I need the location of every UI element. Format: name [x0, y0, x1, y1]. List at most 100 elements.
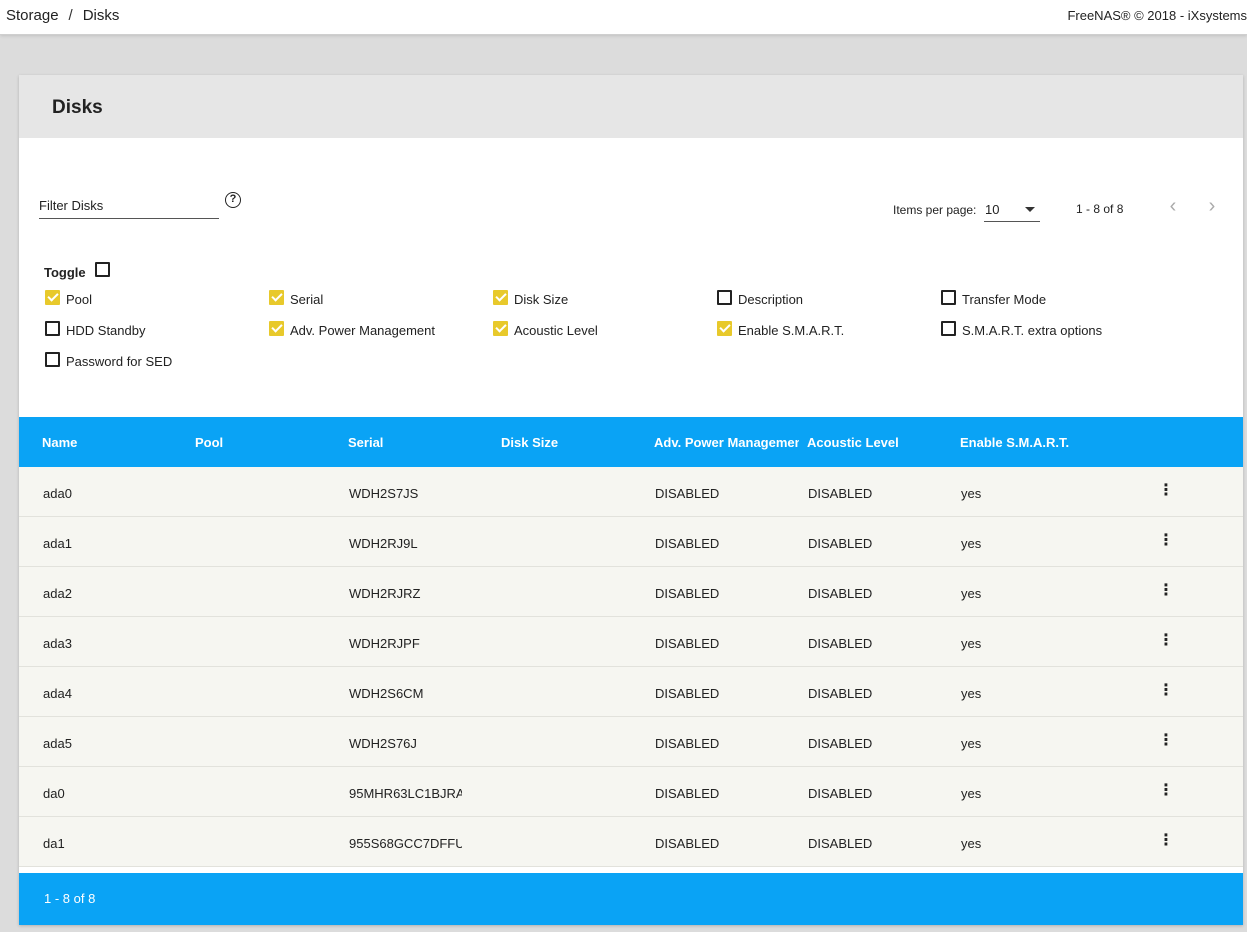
- more-vert-icon[interactable]: ⋮: [1158, 631, 1174, 651]
- cell-name: ada5: [43, 736, 72, 751]
- chevron-left-icon[interactable]: ‹: [1161, 195, 1185, 219]
- cell-adv-power-management: DISABLED: [655, 686, 720, 701]
- cell-enable-smart: yes: [961, 536, 982, 551]
- more-vert-icon[interactable]: ⋮: [1158, 681, 1174, 701]
- chevron-right-icon[interactable]: ›: [1200, 195, 1224, 219]
- cell-name: da0: [43, 786, 65, 801]
- cell-adv-power-management: DISABLED: [655, 586, 720, 601]
- more-vert-icon[interactable]: ⋮: [1158, 531, 1174, 551]
- breadcrumb-separator: /: [68, 7, 73, 24]
- filter-disks-input[interactable]: [39, 194, 219, 213]
- cell-acoustic-level: DISABLED: [808, 636, 873, 651]
- breadcrumb: Storage / Disks: [6, 7, 119, 24]
- cell-serial: WDH2RJPF: [349, 636, 420, 651]
- cell-acoustic-level: DISABLED: [808, 836, 873, 851]
- cell-serial: WDH2S76J: [349, 736, 417, 751]
- column-option-label: Disk Size: [514, 292, 569, 307]
- cell-enable-smart: yes: [961, 786, 982, 801]
- cell-acoustic-level: DISABLED: [808, 786, 873, 801]
- column-header-disk-size[interactable]: Disk Size: [501, 435, 641, 450]
- items-per-page-select[interactable]: 10: [984, 199, 1040, 222]
- table-row[interactable]: ada4 WDH2S6CM DISABLED DISABLED yes ⋮: [19, 667, 1243, 717]
- cell-name: da1: [43, 836, 65, 851]
- checkbox[interactable]: [717, 290, 732, 305]
- table-row[interactable]: ada1 WDH2RJ9L DISABLED DISABLED yes ⋮: [19, 517, 1243, 567]
- cell-acoustic-level: DISABLED: [808, 736, 873, 751]
- column-header-pool[interactable]: Pool: [195, 435, 335, 450]
- checkbox[interactable]: [493, 321, 508, 336]
- checkbox[interactable]: [493, 290, 508, 305]
- cell-serial: 955S68GCC7DFFU: [349, 836, 462, 851]
- cell-enable-smart: yes: [961, 636, 982, 651]
- toggle-label: Toggle: [44, 265, 86, 280]
- cell-serial: 95MHR63LC1BJRA: [349, 786, 462, 801]
- more-vert-icon[interactable]: ⋮: [1158, 481, 1174, 501]
- cell-enable-smart: yes: [961, 686, 982, 701]
- column-option-label: Adv. Power Management: [290, 323, 435, 338]
- cell-adv-power-management: DISABLED: [655, 636, 720, 651]
- cell-adv-power-management: DISABLED: [655, 786, 720, 801]
- column-option-label: Description: [738, 292, 804, 307]
- disks-card: Disks ? Items per page: 10 1 - 8 of 8 ‹ …: [19, 75, 1243, 925]
- cell-serial: WDH2RJ9L: [349, 536, 418, 551]
- cell-name: ada3: [43, 636, 72, 651]
- checkbox[interactable]: [45, 290, 60, 305]
- column-header-serial[interactable]: Serial: [348, 435, 488, 450]
- more-vert-icon[interactable]: ⋮: [1158, 781, 1174, 801]
- table-row[interactable]: ada5 WDH2S76J DISABLED DISABLED yes ⋮: [19, 717, 1243, 767]
- caret-down-icon: [1025, 207, 1035, 212]
- cell-serial: WDH2S7JS: [349, 486, 419, 501]
- cell-enable-smart: yes: [961, 486, 982, 501]
- column-option-label: Password for SED: [66, 354, 173, 369]
- column-header-acoustic-level[interactable]: Acoustic Level: [807, 435, 947, 450]
- help-circle-icon[interactable]: ?: [225, 192, 241, 208]
- filter-disks-field: [39, 194, 219, 219]
- cell-enable-smart: yes: [961, 586, 982, 601]
- cell-adv-power-management: DISABLED: [655, 836, 720, 851]
- cell-acoustic-level: DISABLED: [808, 536, 873, 551]
- toggle-all-checkbox[interactable]: [95, 262, 110, 277]
- table-row[interactable]: ada0 WDH2S7JS DISABLED DISABLED yes ⋮: [19, 467, 1243, 517]
- column-option-label: HDD Standby: [66, 323, 146, 338]
- breadcrumb-storage-link[interactable]: Storage: [6, 7, 59, 24]
- cell-adv-power-management: DISABLED: [655, 486, 720, 501]
- checkbox[interactable]: [941, 321, 956, 336]
- cell-adv-power-management: DISABLED: [655, 736, 720, 751]
- column-option-label: Transfer Mode: [962, 292, 1047, 307]
- table-row[interactable]: ada2 WDH2RJRZ DISABLED DISABLED yes ⋮: [19, 567, 1243, 617]
- top-bar: Storage / Disks FreeNAS® © 2018 - iXsyst…: [0, 0, 1247, 35]
- more-vert-icon[interactable]: ⋮: [1158, 831, 1174, 851]
- column-option-label: Serial: [290, 292, 324, 307]
- column-option-label: S.M.A.R.T. extra options: [962, 323, 1103, 338]
- cell-serial: WDH2S6CM: [349, 686, 424, 701]
- checkbox[interactable]: [941, 290, 956, 305]
- column-option-label: Enable S.M.A.R.T.: [738, 323, 845, 338]
- table-row[interactable]: da1 955S68GCC7DFFU DISABLED DISABLED yes ⋮: [19, 817, 1243, 867]
- footer-range: 1 - 8 of 8: [44, 891, 96, 906]
- checkbox[interactable]: [45, 352, 60, 367]
- checkbox[interactable]: [45, 321, 60, 336]
- column-option-label: Pool: [66, 292, 93, 307]
- table-row[interactable]: ada3 WDH2RJPF DISABLED DISABLED yes ⋮: [19, 617, 1243, 667]
- breadcrumb-current: Disks: [82, 7, 120, 24]
- cell-name: ada0: [43, 486, 72, 501]
- cell-enable-smart: yes: [961, 836, 982, 851]
- column-header-adv-power-management[interactable]: Adv. Power Management: [654, 435, 799, 450]
- cell-name: ada2: [43, 586, 72, 601]
- pagination-range: 1 - 8 of 8: [1076, 202, 1124, 216]
- cell-name: ada1: [43, 536, 72, 551]
- column-header-name[interactable]: Name: [42, 435, 182, 450]
- more-vert-icon[interactable]: ⋮: [1158, 581, 1174, 601]
- column-header-enable-smart[interactable]: Enable S.M.A.R.T.: [960, 435, 1120, 450]
- more-vert-icon[interactable]: ⋮: [1158, 731, 1174, 751]
- cell-acoustic-level: DISABLED: [808, 486, 873, 501]
- items-per-page-label: Items per page:: [893, 203, 977, 217]
- checkbox[interactable]: [269, 290, 284, 305]
- cell-serial: WDH2RJRZ: [349, 586, 421, 601]
- copyright-text: FreeNAS® © 2018 - iXsystems: [1067, 8, 1247, 23]
- table-row[interactable]: da0 95MHR63LC1BJRA DISABLED DISABLED yes ⋮: [19, 767, 1243, 817]
- cell-name: ada4: [43, 686, 72, 701]
- checkbox[interactable]: [717, 321, 732, 336]
- cell-acoustic-level: DISABLED: [808, 686, 873, 701]
- checkbox[interactable]: [269, 321, 284, 336]
